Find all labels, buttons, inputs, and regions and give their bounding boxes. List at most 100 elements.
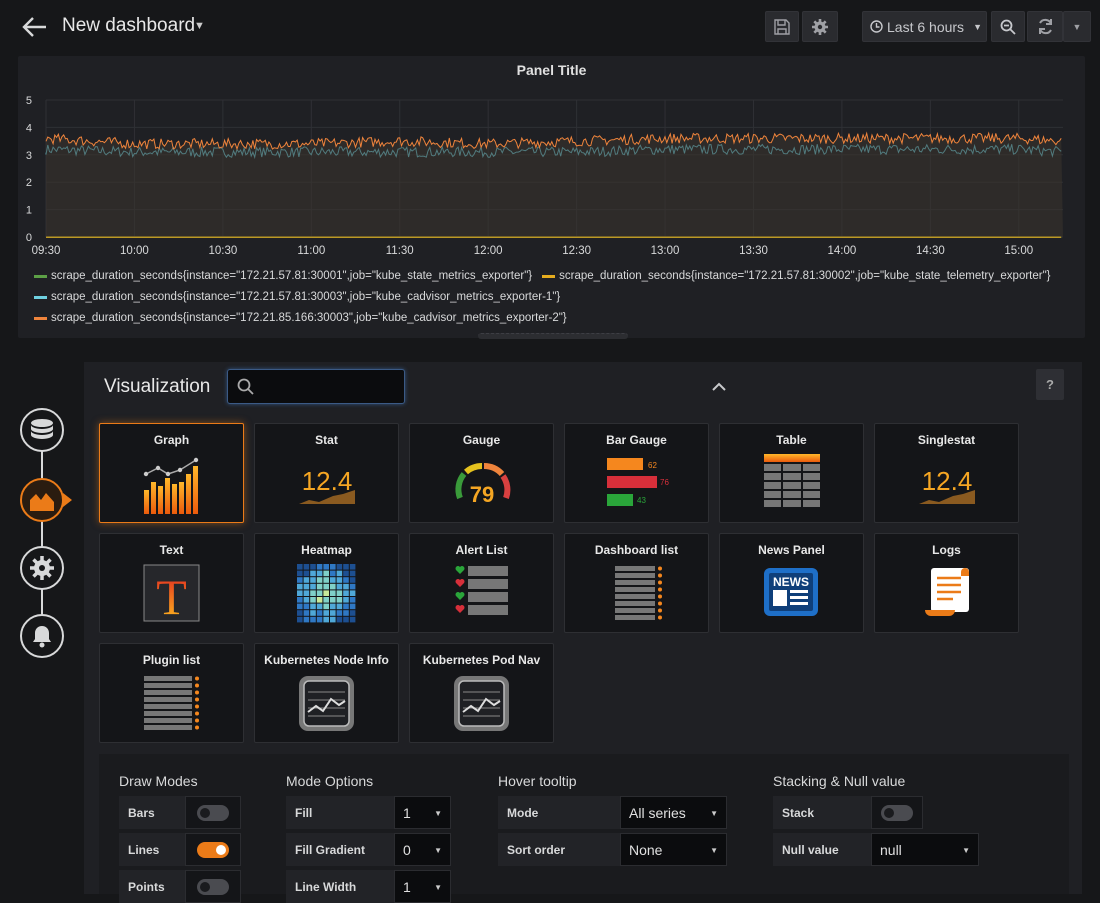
viz-card-label: Kubernetes Pod Nav — [422, 653, 541, 667]
switch — [881, 804, 913, 821]
heatmap-cell — [349, 610, 356, 616]
bars-toggle[interactable] — [185, 796, 241, 829]
heatmap-cell — [323, 616, 329, 623]
help-button[interactable]: ? — [1036, 369, 1064, 400]
legend-swatch — [34, 275, 47, 278]
kubernetes-pod-icon — [454, 676, 509, 731]
legend-item[interactable]: scrape_duration_seconds{instance="172.21… — [34, 266, 532, 287]
viz-card-heatmap[interactable]: Heatmap — [254, 533, 399, 633]
visualization-tab[interactable] — [20, 478, 72, 522]
heatmap-cell — [330, 577, 336, 583]
table-icon — [764, 454, 820, 507]
singlestat-icon: 12.4 — [919, 466, 975, 504]
zoom-out-button[interactable] — [991, 11, 1025, 42]
heatmap-cell — [316, 590, 323, 596]
heatmap-cell — [297, 610, 303, 616]
viz-card-text[interactable]: Text T — [99, 533, 244, 633]
viz-card-graph[interactable]: Graph — [99, 423, 244, 523]
heatmap-cell — [303, 583, 310, 590]
visualization-search[interactable] — [227, 369, 405, 404]
search-input[interactable] — [262, 378, 392, 395]
general-settings-tab[interactable] — [20, 546, 64, 590]
heatmap-cell — [297, 570, 303, 577]
refresh-interval-dropdown[interactable]: ▼ — [1063, 11, 1091, 42]
heatmap-cell — [330, 590, 336, 596]
heatmap-cell — [316, 564, 323, 570]
viz-card-alert-list[interactable]: Alert List — [409, 533, 554, 633]
gear-icon — [812, 18, 828, 35]
heatmap-cell — [323, 590, 329, 596]
heatmap-cell — [310, 603, 316, 610]
fill-gradient-select[interactable]: 0 ▼ — [394, 833, 451, 866]
heatmap-cell — [316, 616, 323, 623]
back-arrow-icon[interactable] — [20, 14, 48, 40]
tooltip-mode-label: Mode — [498, 796, 620, 829]
heatmap-cell — [310, 590, 316, 596]
heatmap-cell — [316, 603, 323, 610]
panel-resize-handle[interactable] — [478, 333, 628, 339]
null-value-select[interactable]: null ▼ — [871, 833, 979, 866]
x-tick-label: 10:00 — [120, 245, 149, 256]
points-toggle[interactable] — [185, 870, 241, 903]
viz-card-table[interactable]: Table — [719, 423, 864, 523]
heatmap-cell — [336, 603, 343, 610]
heatmap-cell — [303, 564, 310, 570]
stat-value: 12.4 — [302, 466, 353, 496]
queries-tab[interactable] — [20, 408, 64, 452]
viz-card-stat[interactable]: Stat 12.4 — [254, 423, 399, 523]
viz-card-bar-gauge[interactable]: Bar Gauge 62 76 43 — [564, 423, 709, 523]
x-tick-label: 12:00 — [474, 245, 503, 256]
viz-card-logs[interactable]: Logs — [874, 533, 1019, 633]
legend-item[interactable]: scrape_duration_seconds{instance="172.21… — [34, 287, 560, 308]
text-glyph: T — [156, 569, 187, 625]
dashboard-settings-button[interactable] — [802, 11, 838, 42]
heatmap-cell — [330, 564, 336, 570]
heatmap-cell — [336, 590, 343, 596]
viz-card-singlestat[interactable]: Singlestat 12.4 — [874, 423, 1019, 523]
heatmap-cell — [343, 610, 349, 616]
viz-card-dashboard-list[interactable]: Dashboard list — [564, 533, 709, 633]
caret-down-icon[interactable]: ▼ — [194, 20, 205, 32]
heatmap-cell — [343, 597, 349, 603]
legend-swatch — [542, 275, 556, 278]
viz-card-kubernetes-pod-nav[interactable]: Kubernetes Pod Nav — [409, 643, 554, 743]
viz-card-label: Bar Gauge — [606, 433, 667, 447]
heatmap-cell — [343, 570, 349, 577]
bars-label: Bars — [119, 796, 185, 829]
draw-modes-heading: Draw Modes — [119, 773, 198, 789]
refresh-button[interactable] — [1027, 11, 1063, 42]
time-series-chart[interactable]: 0 1 2 3 4 5 09:30 10:00 10:30 11:00 11:30 12:00 12:3… — [18, 56, 1085, 256]
legend-item[interactable]: scrape_duration_seconds{instance="172.21… — [34, 308, 567, 329]
plugin-list-icon — [144, 676, 199, 730]
viz-card-label: Logs — [932, 543, 961, 557]
collapse-chevron-icon[interactable] — [712, 378, 726, 396]
line-width-value: 1 — [403, 878, 411, 895]
fill-select[interactable]: 1 ▼ — [394, 796, 451, 829]
gauge-icon: 79 — [455, 462, 511, 507]
bell-icon — [33, 626, 51, 648]
time-range-picker[interactable]: Last 6 hours ▼ — [862, 11, 987, 42]
heatmap-cell — [349, 577, 356, 583]
dashboard-title[interactable]: New dashboard — [62, 15, 195, 37]
heatmap-cell — [343, 603, 349, 610]
viz-card-gauge[interactable]: Gauge 79 — [409, 423, 554, 523]
heatmap-cell — [349, 564, 356, 570]
stack-toggle[interactable] — [871, 796, 923, 829]
sort-order-select[interactable]: None ▼ — [620, 833, 727, 866]
heatmap-cell — [349, 616, 356, 623]
bar-gauge-value: 76 — [660, 478, 669, 487]
save-dashboard-button[interactable] — [765, 11, 799, 42]
heatmap-cell — [343, 616, 349, 623]
lines-toggle[interactable] — [185, 833, 241, 866]
viz-card-kubernetes-node-info[interactable]: Kubernetes Node Info — [254, 643, 399, 743]
tooltip-mode-select[interactable]: All series ▼ — [620, 796, 727, 829]
time-range-label: Last 6 hours — [887, 18, 965, 35]
heatmap-cell — [336, 610, 343, 616]
viz-card-news-panel[interactable]: News Panel NEWS — [719, 533, 864, 633]
heatmap-cell — [303, 603, 310, 610]
alert-tab[interactable] — [20, 614, 64, 658]
line-width-select[interactable]: 1 ▼ — [394, 870, 451, 903]
viz-card-plugin-list[interactable]: Plugin list — [99, 643, 244, 743]
heatmap-cell — [349, 597, 356, 603]
legend-item[interactable]: scrape_duration_seconds{instance="172.21… — [542, 266, 1051, 287]
